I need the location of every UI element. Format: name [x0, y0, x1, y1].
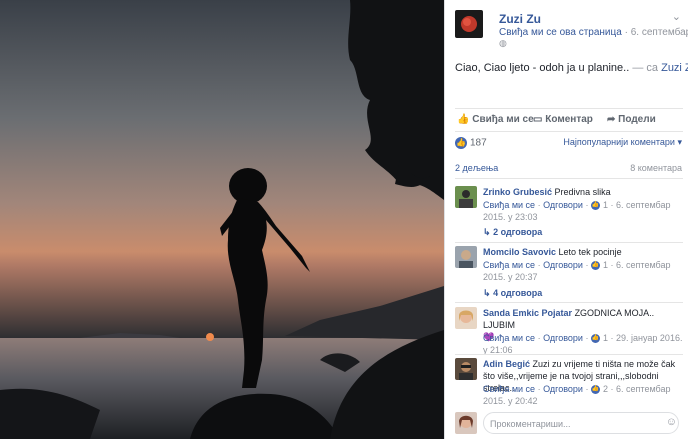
thumbs-up-icon: 👍	[590, 261, 600, 271]
comment-date[interactable]: 6. септембар	[616, 384, 670, 394]
meta-separator: ·	[624, 27, 628, 38]
comment-date[interactable]: 6. септембар	[616, 200, 670, 210]
comment-author[interactable]: Zrinko Grubesić	[483, 187, 552, 197]
status-with: — са	[632, 62, 659, 74]
comment-placeholder: Прокоментариши...	[490, 419, 571, 429]
comment-date-cont: 2015. у 20:37	[483, 272, 538, 282]
share-label: Подели	[618, 114, 656, 125]
comment-like-count: 2	[602, 384, 608, 394]
comment-like-link[interactable]: Свиђа ми се	[483, 384, 535, 394]
comment-author[interactable]: Sanda Emkic Pojatar	[483, 308, 572, 318]
thumbs-up-icon: 👍	[455, 137, 467, 149]
comment-label: Коментар	[545, 114, 593, 125]
avatar[interactable]	[455, 246, 477, 268]
view-replies-link[interactable]: ↳ 2 одговора	[483, 227, 542, 238]
emoji-icon[interactable]: ☺	[666, 416, 677, 428]
comment-like-count: 1	[602, 200, 608, 210]
comment-count: 8 коментара	[630, 163, 682, 173]
comment-date-cont: 2015. у 20:42	[483, 396, 538, 406]
comment-meta: Свиђа ми се · Одговори · 👍 2 · 6. септемб…	[483, 383, 685, 407]
caret-down-icon: ▾	[677, 137, 682, 147]
comment-like-link[interactable]: Свиђа ми се	[483, 260, 535, 270]
like-button[interactable]: 👍 Свиђа ми се	[457, 114, 534, 125]
comment-body: Momcilo Savovic Leto tek pocinje	[483, 246, 685, 258]
comment-meta: Свиђа ми се · Одговори · 👍 1 · 29. јануар…	[483, 332, 685, 356]
view-replies-link[interactable]: ↳ 4 одговора	[483, 288, 542, 299]
thumbs-up-icon: 👍	[590, 334, 600, 344]
comment-body: Zrinko Grubesić Predivna slika	[483, 186, 685, 198]
replies-label: 4 одговора	[493, 288, 543, 298]
post-actions: 👍 Свиђа ми се ▭ Коментар ➦ Подели	[455, 108, 683, 132]
comment-sort-dropdown[interactable]: Најпопуларнији коментари ▾	[563, 137, 682, 148]
post-sidebar: Zuzi Zu Свиђа ми се ова страница · 6. се…	[444, 0, 688, 439]
comment-reply-link[interactable]: Одговори	[543, 200, 583, 210]
comment-author[interactable]: Momcilo Savovic	[483, 247, 556, 257]
post-header: Zuzi Zu Свиђа ми се ова страница · 6. се…	[455, 10, 688, 50]
status-tag-link[interactable]: Zuzi Zu.	[661, 62, 688, 74]
comment-icon: ▭	[533, 114, 543, 125]
divider	[455, 354, 683, 355]
avatar[interactable]	[455, 307, 477, 329]
sunset-silhouette-image	[0, 0, 444, 439]
comment-date[interactable]: 29. јануар 2016.	[616, 333, 682, 343]
comment-input[interactable]: Прокоментариши...	[483, 412, 679, 434]
replies-label: 2 одговора	[493, 227, 543, 237]
post-date[interactable]: 6. септембар 2015.	[631, 27, 688, 38]
share-button[interactable]: ➦ Подели	[607, 114, 656, 125]
sort-label: Најпопуларнији коментари	[563, 137, 675, 147]
comment-meta: Свиђа ми се · Одговори · 👍 1 · 6. септемб…	[483, 199, 685, 223]
thumbs-up-icon: 👍	[590, 385, 600, 395]
post-meta: Свиђа ми се ова страница · 6. септембар …	[499, 27, 688, 38]
like-count: 187	[470, 137, 487, 149]
page-avatar[interactable]	[455, 10, 483, 38]
comment-like-count: 1	[602, 333, 608, 343]
reaction-summary[interactable]: 👍 187	[455, 137, 487, 149]
divider	[455, 242, 683, 243]
thumbs-up-icon: 👍	[590, 201, 600, 211]
like-icon: 👍	[457, 114, 470, 125]
comment-date[interactable]: 6. септембар	[616, 260, 670, 270]
author-name[interactable]: Zuzi Zu	[499, 12, 541, 26]
reply-arrow-icon: ↳	[483, 288, 491, 298]
comment-reply-link[interactable]: Одговори	[543, 333, 583, 343]
like-label: Свиђа ми се	[472, 114, 534, 125]
comment-like-count: 1	[602, 260, 608, 270]
comment-date-cont: 2015. у 23:03	[483, 212, 538, 222]
comment-reply-link[interactable]: Одговори	[543, 260, 583, 270]
post-photo[interactable]	[0, 0, 444, 439]
divider	[455, 178, 683, 179]
avatar[interactable]	[455, 358, 477, 380]
share-count[interactable]: 2 дељења	[455, 163, 498, 173]
comment-text: Leto tek pocinje	[558, 247, 622, 257]
share-icon: ➦	[607, 114, 616, 125]
comment-like-link[interactable]: Свиђа ми се	[483, 200, 535, 210]
reply-arrow-icon: ↳	[483, 227, 491, 237]
comment-button[interactable]: ▭ Коментар	[533, 114, 593, 125]
status-body: Ciao, Ciao ljeto - odoh ja u planine..	[455, 62, 630, 74]
comment-like-link[interactable]: Свиђа ми се	[483, 333, 535, 343]
comment-reply-link[interactable]: Одговори	[543, 384, 583, 394]
comment-meta: Свиђа ми се · Одговори · 👍 1 · 6. септемб…	[483, 259, 685, 283]
avatar	[455, 412, 477, 434]
status-text: Ciao, Ciao ljeto - odoh ja u planine.. —…	[455, 62, 688, 74]
comment-composer: Прокоментариши... ☺	[455, 412, 683, 436]
avatar[interactable]	[455, 186, 477, 208]
like-page-link[interactable]: Свиђа ми се ова страница	[499, 27, 622, 38]
divider	[455, 302, 683, 303]
comment-author[interactable]: Adin Begić	[483, 359, 530, 369]
globe-icon: ◍	[499, 38, 507, 48]
comment-text: Predivna slika	[554, 187, 611, 197]
chevron-down-icon[interactable]: ⌄	[672, 10, 681, 23]
